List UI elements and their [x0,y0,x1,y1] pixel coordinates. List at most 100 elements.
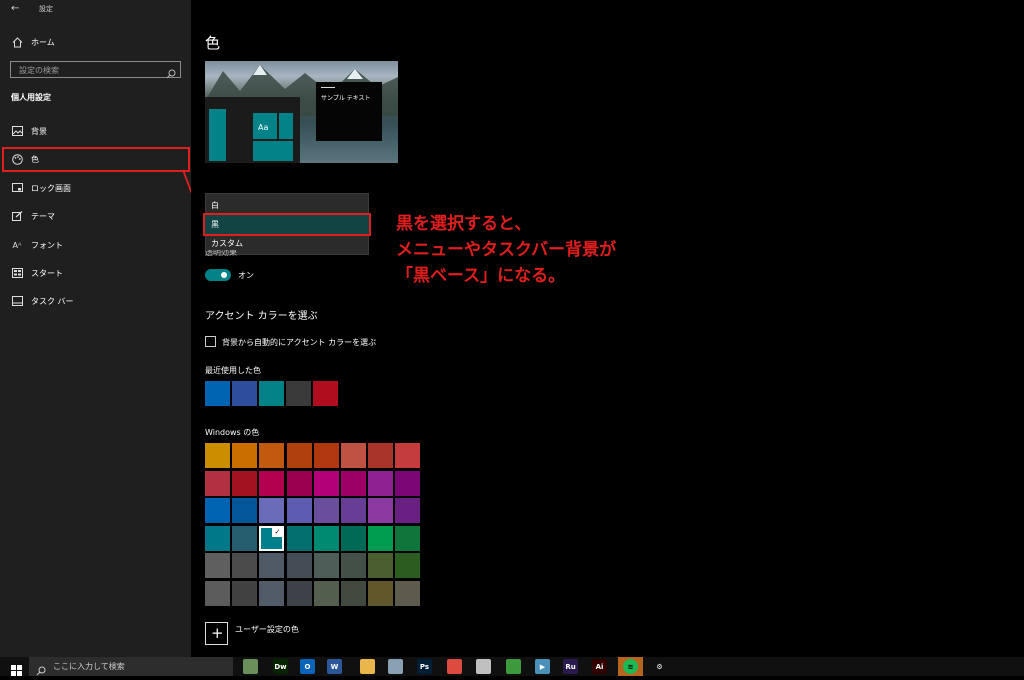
windows-color-swatch[interactable] [205,443,230,468]
windows-color-swatch[interactable] [232,525,258,551]
windows-color-swatch[interactable] [395,525,421,551]
illustrator-icon[interactable]: Ai [592,659,607,674]
windows-color-swatch[interactable] [232,580,258,606]
windows-color-swatch[interactable] [341,470,366,496]
dreamweaver-icon[interactable]: Dw [273,659,288,674]
toggle-knob [221,272,227,278]
windows-color-swatch[interactable] [286,553,312,578]
chrome-icon[interactable] [447,659,462,674]
selected-check-icon: ✓ [272,527,283,537]
app-icon-1[interactable] [243,659,258,674]
windows-color-swatch[interactable] [232,443,258,468]
windows-color-swatch[interactable] [286,443,312,468]
transparency-toggle[interactable] [205,269,231,281]
sidebar-item-theme[interactable]: テーマ [0,202,191,230]
taskbar-search-icon [36,661,46,680]
preview-sample-text: サンプル テキスト [321,95,371,102]
spotify-icon[interactable]: ≋ [623,659,638,674]
windows-color-swatch[interactable] [259,553,285,578]
sidebar-item-start[interactable]: スタート [0,259,191,287]
windows-start-icon[interactable] [11,661,22,680]
windows-color-swatch[interactable] [341,525,366,551]
windows-color-swatch[interactable] [286,470,312,496]
preview-window: サンプル テキスト [316,82,382,141]
windows-color-swatch[interactable]: ✓ [259,525,285,551]
lock-screen-icon [11,182,23,194]
app-icon-6[interactable] [388,659,403,674]
outlook-icon[interactable]: O [300,659,315,674]
recent-color-swatch[interactable] [286,381,311,406]
taskbar-search-box[interactable]: ここに入力して検索 [29,657,233,676]
sidebar-item-background[interactable]: 背景 [0,117,191,145]
windows-color-swatch[interactable] [368,443,394,468]
media-player-icon[interactable]: ▶ [535,659,550,674]
word-icon[interactable]: W [327,659,342,674]
windows-color-swatch[interactable] [205,525,230,551]
theme-preview: Aa サンプル テキスト [205,61,398,163]
windows-color-swatch[interactable] [313,443,339,468]
windows-color-swatch[interactable] [313,580,339,606]
add-custom-color-button[interactable]: + [205,622,228,645]
windows-color-swatch[interactable] [395,470,421,496]
windows-color-swatch[interactable] [313,470,339,496]
recent-colors-label: 最近使用した色 [205,366,261,375]
premiere-rush-icon[interactable]: Ru [563,659,578,674]
recent-color-swatch[interactable] [205,381,230,406]
windows-color-swatch[interactable] [395,553,421,578]
settings-search-input[interactable]: 設定の検索 [10,61,181,79]
recent-color-swatch[interactable] [232,381,257,406]
start-icon [11,267,23,279]
app-icon-9[interactable] [476,659,491,674]
annotation-text: 黒を選択すると、 メニューやタスクバー背景が 「黒ベース」になる。 [396,211,616,289]
photoshop-icon[interactable]: Ps [417,659,432,674]
windows-color-swatch[interactable] [259,580,285,606]
taskbar-icon [11,295,23,307]
windows-color-swatch[interactable] [341,580,366,606]
windows-color-swatch[interactable] [232,470,258,496]
theme-icon [11,210,23,222]
windows-color-swatch[interactable] [395,580,421,606]
back-arrow-icon[interactable]: ← [11,3,19,14]
windows-color-swatch[interactable] [205,553,230,578]
windows-color-swatch[interactable] [259,498,285,523]
windows-color-swatch[interactable] [368,470,394,496]
windows-color-swatch[interactable] [341,443,366,468]
windows-color-swatch[interactable] [205,580,230,606]
windows-color-swatch[interactable] [259,470,285,496]
windows-color-swatch[interactable] [368,525,394,551]
annotation-line-1: 黒を選択すると、 [396,214,532,234]
windows-color-swatch[interactable] [232,498,258,523]
sidebar-item-lock-screen[interactable]: ロック画面 [0,174,191,202]
settings-gear-icon[interactable]: ⚙ [652,659,667,674]
accent-heading: アクセント カラーを選ぶ [205,311,318,322]
windows-color-swatch[interactable] [395,443,421,468]
windows-color-swatch[interactable] [313,553,339,578]
recent-color-swatch[interactable] [313,381,338,406]
windows-color-swatch[interactable] [368,553,394,578]
windows-color-swatch[interactable] [286,498,312,523]
windows-color-swatch[interactable] [313,525,339,551]
file-explorer-icon[interactable] [360,659,375,674]
windows-color-swatch[interactable] [286,580,312,606]
windows-color-swatch[interactable] [232,553,258,578]
sidebar-item-label: 背景 [31,126,47,136]
windows-color-swatch[interactable] [368,498,394,523]
windows-color-swatch[interactable] [341,498,366,523]
windows-color-swatch[interactable] [313,498,339,523]
sidebar-item-taskbar[interactable]: タスク バー [0,287,191,315]
windows-color-swatch[interactable] [205,470,230,496]
preview-window-title-line [321,87,335,88]
windows-color-swatch[interactable] [341,553,366,578]
sidebar-item-home[interactable]: ホーム [0,28,191,56]
recent-color-swatch[interactable] [259,381,284,406]
windows-color-swatch[interactable] [286,525,312,551]
windows-color-swatch[interactable] [395,498,421,523]
app-icon-10[interactable] [506,659,521,674]
windows-color-swatch[interactable] [205,498,230,523]
preview-tile-aa: Aa [253,113,277,139]
sidebar-item-font[interactable]: Aᴬ フォント [0,231,191,259]
auto-accent-checkbox[interactable] [205,336,216,347]
windows-colors-label: Windows の色 [205,428,260,437]
windows-color-swatch[interactable] [259,443,285,468]
windows-color-swatch[interactable] [368,580,394,606]
